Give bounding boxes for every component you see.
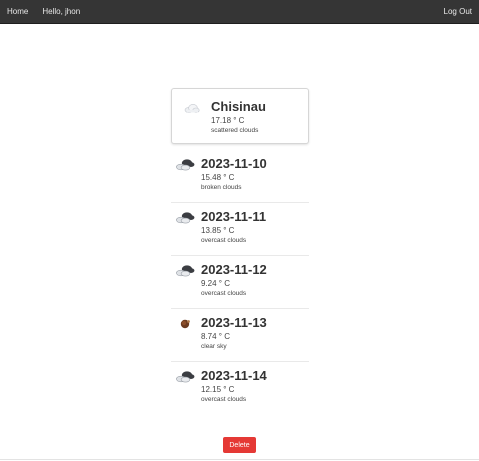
footer-divider — [0, 459, 479, 460]
delete-button[interactable]: Delete — [223, 437, 256, 453]
nav-home-link[interactable]: Home — [7, 7, 28, 16]
forecast-temperature: 15.48 ° C — [201, 173, 235, 182]
forecast-item: 2023-11-11 13.85 ° C overcast clouds — [171, 203, 309, 256]
broken-clouds-icon — [175, 158, 195, 176]
broken-clouds-icon — [175, 264, 195, 282]
forecast-date: 2023-11-10 — [201, 156, 267, 171]
forecast-description: clear sky — [201, 343, 227, 350]
broken-clouds-icon — [175, 211, 195, 229]
forecast-description: overcast clouds — [201, 237, 247, 244]
forecast-temperature: 13.85 ° C — [201, 226, 235, 235]
cloud-icon — [184, 100, 200, 118]
nav-greeting-link[interactable]: Hello, jhon — [42, 7, 80, 16]
current-weather-card: Chisinau 17.18 ° C scattered clouds — [171, 88, 309, 144]
forecast-description: overcast clouds — [201, 396, 247, 403]
forecast-item: 2023-11-10 15.48 ° C broken clouds — [171, 150, 309, 203]
forecast-date: 2023-11-14 — [201, 368, 267, 383]
forecast-description: broken clouds — [201, 184, 242, 191]
forecast-temperature: 9.24 ° C — [201, 279, 230, 288]
forecast-item: 2023-11-14 12.15 ° C overcast clouds — [171, 362, 309, 415]
nav-logout-link[interactable]: Log Out — [444, 7, 472, 16]
forecast-list: 2023-11-10 15.48 ° C broken clouds 2023-… — [171, 150, 309, 415]
forecast-temperature: 12.15 ° C — [201, 385, 235, 394]
current-temperature: 17.18 ° C — [211, 116, 245, 125]
forecast-temperature: 8.74 ° C — [201, 332, 230, 341]
current-description: scattered clouds — [211, 127, 259, 134]
clear-sky-icon — [175, 317, 195, 335]
forecast-item: 2023-11-13 8.74 ° C clear sky — [171, 309, 309, 362]
forecast-description: overcast clouds — [201, 290, 247, 297]
current-city-name: Chisinau — [211, 99, 266, 114]
forecast-date: 2023-11-12 — [201, 262, 267, 277]
forecast-item: 2023-11-12 9.24 ° C overcast clouds — [171, 256, 309, 309]
broken-clouds-icon — [175, 370, 195, 388]
forecast-date: 2023-11-13 — [201, 315, 267, 330]
forecast-date: 2023-11-11 — [201, 209, 267, 224]
top-navbar: Home Hello, jhon Log Out — [0, 0, 479, 24]
